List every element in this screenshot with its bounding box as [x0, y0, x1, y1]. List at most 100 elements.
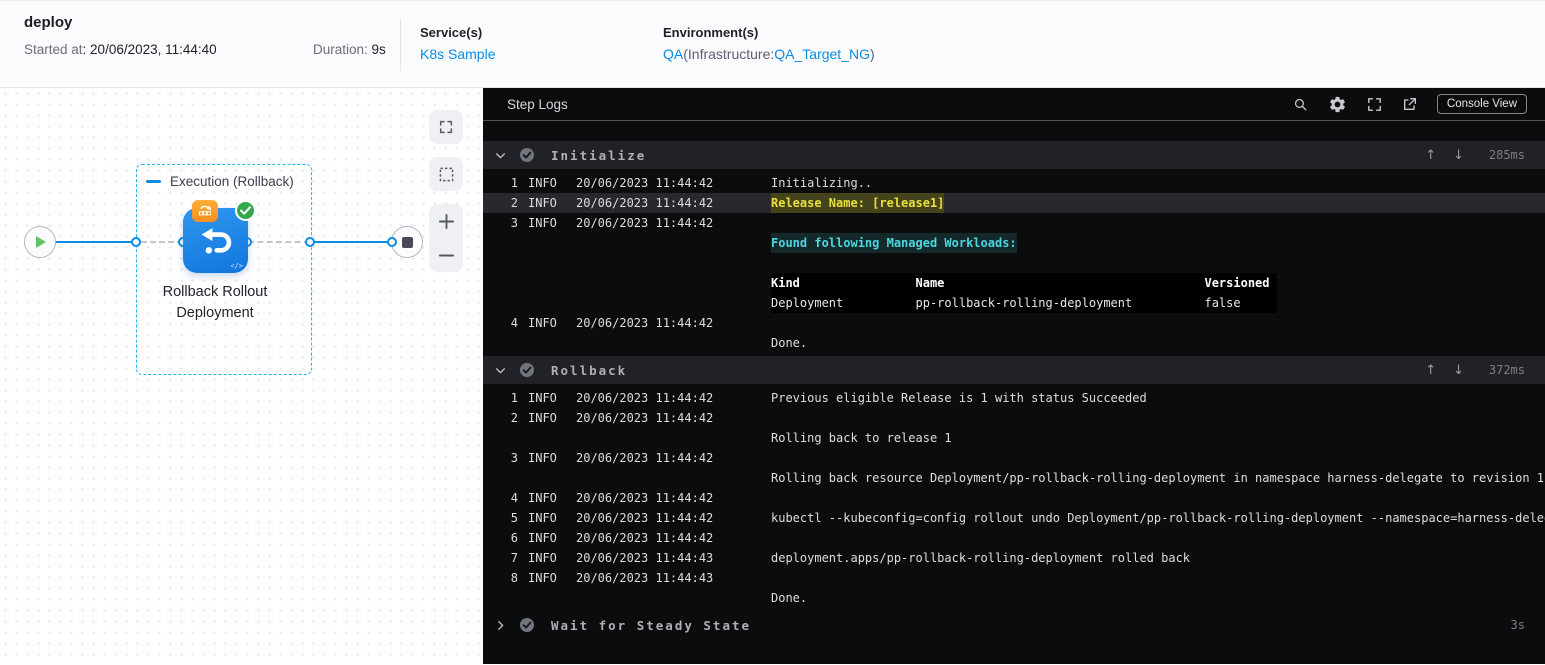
- log-level: [528, 233, 568, 253]
- log-level: INFO: [528, 196, 557, 210]
- log-line: 6 INFO 20/06/2023 11:44:42: [483, 528, 1545, 548]
- log-section-header[interactable]: Rollback ↑ ↓ 372ms: [483, 356, 1545, 384]
- settings-button[interactable]: [1328, 95, 1347, 114]
- log-line: 7 INFO 20/06/2023 11:44:43 deployment.apps/…: [483, 548, 1545, 568]
- section-duration: 285ms: [1488, 148, 1525, 162]
- log-message: Release Name: [release1]: [771, 193, 945, 213]
- step-success-check-icon: [235, 200, 256, 221]
- section-success-check-icon: [520, 618, 534, 632]
- log-section-header[interactable]: Wait for Steady State 3s: [483, 611, 1545, 639]
- line-number: [483, 253, 518, 273]
- log-timestamp: [576, 468, 766, 488]
- chevron-right-icon: [498, 620, 504, 630]
- log-level: INFO: [528, 176, 557, 190]
- collapse-group-icon[interactable]: [146, 180, 161, 183]
- log-timestamp: [576, 333, 766, 353]
- line-number: 1: [510, 176, 518, 190]
- line-number: 3: [510, 451, 518, 465]
- services-block: Service(s) K8s Sample: [420, 25, 495, 64]
- pipeline-title: deploy: [24, 14, 73, 31]
- scroll-down-icon[interactable]: ↓: [1453, 363, 1464, 378]
- log-line: 4 INFO 20/06/2023 11:44:42: [483, 313, 1545, 333]
- log-message: Initializing..: [771, 176, 873, 190]
- section-success-check-icon: [520, 363, 534, 377]
- chevron-down-icon: [496, 152, 505, 158]
- scroll-down-icon[interactable]: ↓: [1453, 148, 1464, 163]
- rollback-arrow-icon: [201, 227, 231, 254]
- line-number: [483, 588, 518, 608]
- log-level: [528, 468, 568, 488]
- line-number: [483, 428, 518, 448]
- log-level: INFO: [528, 411, 557, 425]
- execution-header: deploy Started at: 20/06/2023, 11:44:40 …: [0, 0, 1545, 88]
- log-timestamp: 20/06/2023 11:44:42: [576, 491, 714, 505]
- log-line: 1 INFO 20/06/2023 11:44:42 Initializing..: [483, 173, 1545, 193]
- log-timestamp: 20/06/2023 11:44:42: [576, 411, 714, 425]
- duration-value: 9s: [371, 42, 386, 57]
- zoom-out-button[interactable]: [429, 240, 463, 270]
- scroll-up-icon[interactable]: ↑: [1425, 363, 1436, 378]
- log-line: Rolling back to release 1: [483, 428, 1545, 448]
- log-line: 2 INFO 20/06/2023 11:44:42 Release Name: [r…: [483, 193, 1545, 213]
- console-view-button[interactable]: Console View: [1436, 94, 1527, 114]
- pipeline-canvas[interactable]: Execution (Rollback) </> Rollback Rollou…: [0, 88, 483, 664]
- line-number: 2: [510, 411, 518, 425]
- log-level: [528, 253, 568, 273]
- settings-gear-icon: [1329, 96, 1345, 112]
- log-level: [528, 428, 568, 448]
- line-number: 4: [510, 316, 518, 330]
- environment-link[interactable]: QA: [663, 46, 683, 62]
- section-title: Rollback: [551, 362, 628, 378]
- log-level: INFO: [528, 571, 557, 585]
- log-timestamp: 20/06/2023 11:44:42: [576, 216, 714, 230]
- pipeline-start-node[interactable]: [24, 226, 56, 258]
- log-message: Rolling back to release 1: [771, 431, 952, 445]
- duration: Duration: 9s: [313, 42, 386, 57]
- log-timestamp: [576, 588, 766, 608]
- log-line: Kind Name Versioned: [483, 273, 1545, 293]
- log-line: Done.: [483, 333, 1545, 353]
- scroll-up-icon[interactable]: ↑: [1425, 148, 1436, 163]
- log-timestamp: 20/06/2023 11:44:42: [576, 531, 714, 545]
- log-timestamp: [576, 253, 766, 273]
- log-level: [528, 273, 568, 293]
- zoom-in-button[interactable]: [429, 206, 463, 236]
- open-in-new-icon: [1403, 98, 1416, 110]
- log-line: Deployment pp-rollback-rolling-deploymen…: [483, 293, 1545, 313]
- line-number: 7: [510, 551, 518, 565]
- infrastructure-suffix: ): [869, 46, 875, 62]
- log-section-header[interactable]: Initialize ↑ ↓ 285ms: [483, 141, 1545, 169]
- log-timestamp: 20/06/2023 11:44:42: [576, 176, 714, 190]
- log-message: Previous eligible Release is 1 with stat…: [771, 391, 1147, 405]
- log-timestamp: 20/06/2023 11:44:42: [576, 451, 714, 465]
- log-line: Found following Managed Workloads:: [483, 233, 1545, 253]
- canvas-fullscreen-button[interactable]: [429, 110, 463, 144]
- log-message: Done.: [771, 591, 808, 605]
- open-in-new-button[interactable]: [1402, 96, 1418, 112]
- marquee-select-icon: [439, 167, 453, 181]
- log-line: Done.: [483, 588, 1545, 608]
- line-number: [483, 293, 518, 313]
- line-number: 6: [510, 531, 518, 545]
- execution-group-label: Execution (Rollback): [146, 174, 316, 189]
- log-body: Initialize ↑ ↓ 285ms 1 INFO 20/06/2023 11:44:4…: [483, 121, 1545, 639]
- search-button[interactable]: [1292, 96, 1309, 113]
- log-timestamp: 20/06/2023 11:44:42: [576, 391, 714, 405]
- log-line: 2 INFO 20/06/2023 11:44:42: [483, 408, 1545, 428]
- infrastructure-link[interactable]: QA_Target_NG: [774, 46, 870, 62]
- log-line: 3 INFO 20/06/2023 11:44:42: [483, 448, 1545, 468]
- expand-logs-button[interactable]: [1366, 96, 1383, 113]
- canvas-zoom-controls: [429, 204, 463, 272]
- log-level: INFO: [528, 391, 557, 405]
- section-success-check-icon: [520, 148, 534, 162]
- port-dot: [387, 237, 397, 247]
- log-timestamp: [576, 273, 766, 293]
- step-node-label: Rollback Rollout Deployment: [162, 284, 268, 321]
- log-level: INFO: [528, 511, 557, 525]
- edge-group-to-end: [311, 241, 392, 243]
- log-line: 8 INFO 20/06/2023 11:44:43: [483, 568, 1545, 588]
- canvas-marquee-select-button[interactable]: [429, 157, 463, 191]
- log-timestamp: 20/06/2023 11:44:42: [576, 511, 714, 525]
- log-message: Kind Name Versioned: [771, 273, 1277, 293]
- service-link[interactable]: K8s Sample: [420, 46, 495, 62]
